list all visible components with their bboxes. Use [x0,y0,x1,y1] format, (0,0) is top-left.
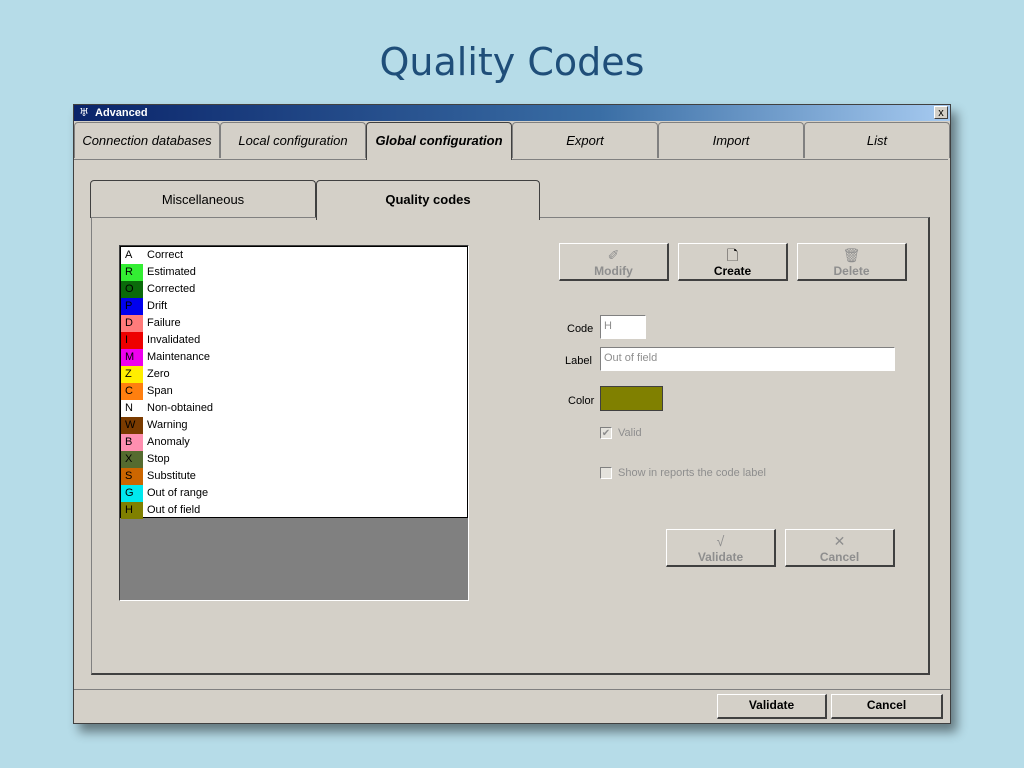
code-label-text: Failure [147,317,181,329]
valid-label: Valid [618,427,642,439]
list-item[interactable]: R Estimated [121,264,467,281]
code-label: Code [567,323,594,335]
modify-button[interactable]: ✐ Modify [559,243,669,281]
code-swatch: D [121,315,143,332]
code-label-text: Substitute [147,470,196,482]
pencil-icon: ✐ [607,247,620,263]
color-label: Color [568,395,595,407]
code-swatch: W [121,417,143,434]
list-item[interactable]: P Drift [121,298,467,315]
code-label-text: Maintenance [147,351,210,363]
inner-tab-strip: Miscellaneous Quality codes [90,180,930,220]
list-item[interactable]: W Warning [121,417,467,434]
tab-miscellaneous[interactable]: Miscellaneous [90,180,316,218]
code-swatch: X [121,451,143,468]
list-item[interactable]: A Correct [121,247,467,264]
tab-export[interactable]: Export [512,122,658,158]
code-swatch: I [121,332,143,349]
cancel-code-button-label: Cancel [819,550,860,564]
code-swatch: O [121,281,143,298]
x-mark-icon: ✕ [833,533,846,549]
list-item[interactable]: M Maintenance [121,349,467,366]
code-label-text: Correct [147,249,184,261]
list-item[interactable]: Z Zero [121,366,467,383]
show-label-text: Show in reports the code label [618,467,766,479]
code-swatch: S [121,468,143,485]
code-swatch: Z [121,366,143,383]
code-field[interactable]: H [600,315,646,339]
cancel-code-button[interactable]: ✕ Cancel [785,529,895,567]
checkmark-icon: √ [716,533,725,549]
code-label-text: Warning [147,419,188,431]
label-field[interactable]: Out of field [600,347,895,371]
show-label-checkbox[interactable] [600,467,612,480]
list-item[interactable]: O Corrected [121,281,467,298]
code-label-text: Span [147,385,173,397]
code-label-text: Stop [147,453,170,465]
validate-code-button-label: Validate [697,550,744,564]
code-label-text: Corrected [147,283,196,295]
code-swatch: R [121,264,143,281]
code-swatch: H [121,502,143,519]
tab-connection-databases[interactable]: Connection databases [74,122,220,158]
code-swatch: B [121,434,143,451]
color-picker[interactable] [600,386,663,411]
modify-button-label: Modify [594,264,633,278]
trash-icon: 🗑 [842,247,861,263]
code-swatch: C [121,383,143,400]
code-swatch: G [121,485,143,502]
quality-code-list-items[interactable]: A Correct R Estimated O Corrected P Drift D Failu… [120,246,468,519]
list-item[interactable]: D Failure [121,315,467,332]
footer-validate-button[interactable]: Validate [717,694,827,719]
code-label-text: Out of field [147,504,201,516]
code-label-text: Drift [147,300,168,312]
footer-cancel-button[interactable]: Cancel [831,694,943,719]
code-swatch: A [121,247,143,264]
create-button-label: Create [713,264,752,278]
list-item[interactable]: B Anomaly [121,434,467,451]
label-label: Label [565,355,592,367]
valid-checkbox[interactable]: ✔ [600,427,612,440]
list-item[interactable]: I Invalidated [121,332,467,349]
code-label-text: Invalidated [147,334,201,346]
advanced-window: ♅ Advanced x Connection databases Local … [73,104,951,724]
validate-code-button[interactable]: √ Validate [666,529,776,567]
list-item[interactable]: S Substitute [121,468,467,485]
code-label-text: Estimated [147,266,196,278]
code-label-text: Non-obtained [147,402,214,414]
list-item[interactable]: G Out of range [121,485,467,502]
list-item[interactable]: C Span [121,383,467,400]
quality-code-list[interactable]: A Correct R Estimated O Corrected P Drift D Failu… [119,245,469,601]
show-label-checkbox-row[interactable]: Show in reports the code label [600,467,766,480]
code-label-text: Out of range [147,487,209,499]
title-bar[interactable]: ♅ Advanced x [74,105,950,121]
list-item[interactable]: X Stop [121,451,467,468]
code-swatch: P [121,298,143,315]
tab-import[interactable]: Import [658,122,804,158]
slide-title: Quality Codes [379,40,645,84]
code-swatch: M [121,349,143,366]
new-document-icon: 🗋 [726,247,739,263]
tab-list[interactable]: List [804,122,950,158]
top-tab-strip: Connection databases Local configuration… [74,122,950,160]
list-item[interactable]: N Non-obtained [121,400,467,417]
valid-checkbox-row[interactable]: ✔ Valid [600,427,642,440]
tab-quality-codes[interactable]: Quality codes [316,180,540,220]
close-button[interactable]: x [934,106,948,119]
code-label-text: Anomaly [147,436,190,448]
code-swatch: N [121,400,143,417]
tab-local-configuration[interactable]: Local configuration [220,122,366,158]
list-item[interactable]: H Out of field [121,502,467,519]
window-title: Advanced [95,107,148,119]
create-button[interactable]: 🗋 Create [678,243,788,281]
delete-button-label: Delete [833,264,870,278]
tab-global-configuration[interactable]: Global configuration [366,122,512,160]
code-label-text: Zero [147,368,170,380]
app-logo-icon: ♅ [79,106,89,119]
delete-button[interactable]: 🗑 Delete [797,243,907,281]
